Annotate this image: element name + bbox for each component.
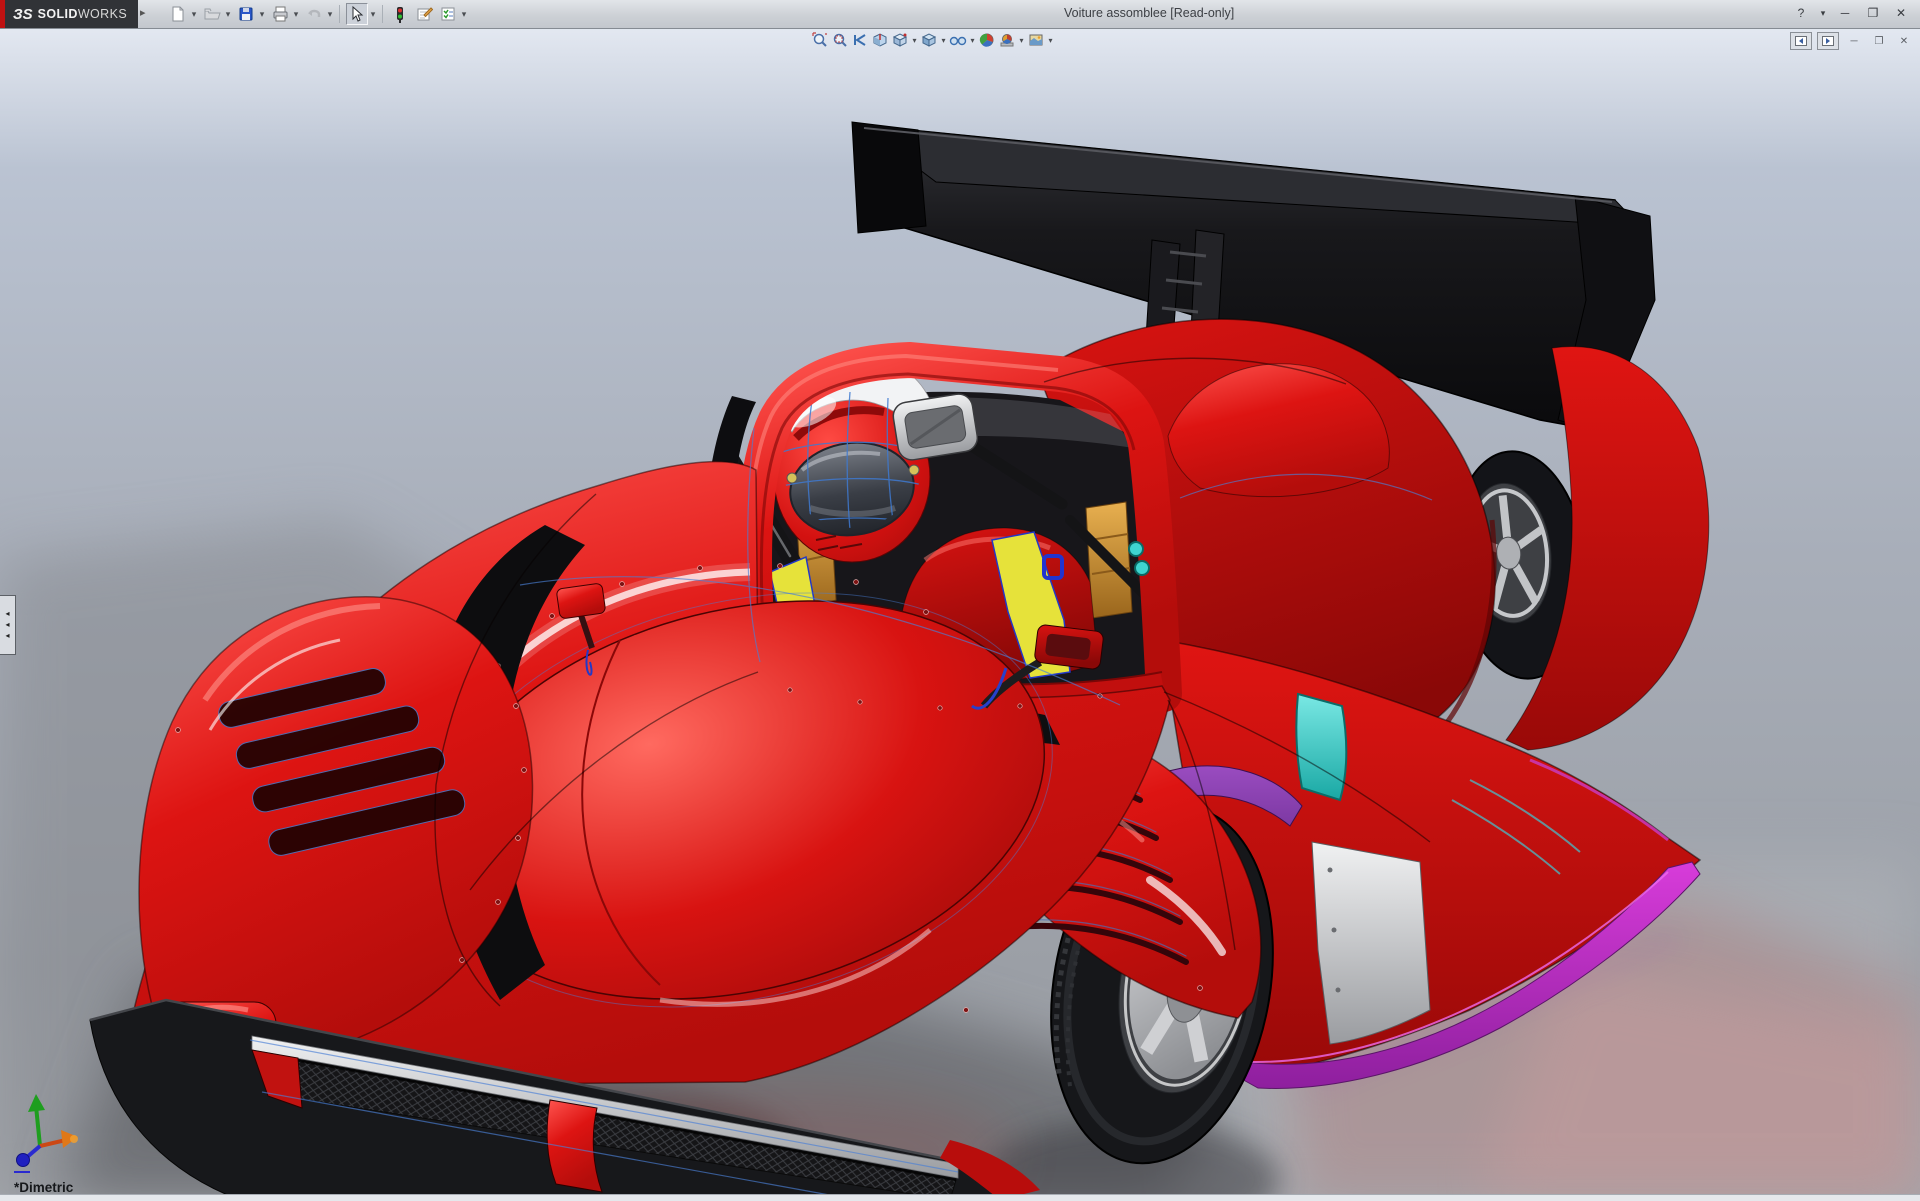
intake-box[interactable]: [891, 392, 979, 462]
standard-toolbar[interactable]: ▾ ▾ ▾ ▾ ▾ ▾ ▾: [165, 2, 469, 26]
chevron-down-icon[interactable]: ▾: [368, 9, 378, 20]
collapse-arrow-icon: ◂: [5, 631, 10, 640]
edit-note-button[interactable]: [413, 3, 435, 25]
undo-button[interactable]: [303, 3, 325, 25]
zoom-to-fit-icon[interactable]: [810, 31, 830, 49]
help-button[interactable]: ?: [1790, 4, 1812, 22]
chevron-down-icon[interactable]: ▾: [325, 9, 335, 20]
apply-scene-icon[interactable]: [997, 31, 1017, 49]
display-style-icon[interactable]: [919, 31, 939, 49]
collapse-arrow-icon: ◂: [5, 609, 10, 618]
hide-show-items-icon[interactable]: [948, 31, 968, 49]
titlebar[interactable]: ЗS SOLID WORKS ▸ ▾ ▾ ▾ ▾ ▾ ▾ ▾ Voiture a…: [0, 0, 1920, 29]
edit-appearance-icon[interactable]: [977, 31, 997, 49]
side-window-teal[interactable]: [1295, 692, 1348, 802]
toolbar-separator: [382, 5, 383, 23]
open-document-button[interactable]: [201, 3, 223, 25]
doc-close-button[interactable]: ✕: [1894, 33, 1914, 49]
new-document-button[interactable]: [167, 3, 189, 25]
collapse-arrow-icon: ◂: [5, 620, 10, 629]
window-controls[interactable]: ? ▾ ─ ❐ ✕: [1790, 3, 1912, 23]
chevron-down-icon[interactable]: ▾: [257, 9, 267, 20]
view-orientation-label: *Dimetric: [14, 1180, 74, 1195]
minimize-button[interactable]: ─: [1834, 4, 1856, 22]
chevron-down-icon[interactable]: ▾: [968, 36, 977, 45]
filler-cap-teal-2[interactable]: [1134, 560, 1150, 576]
window-title: Voiture assomblee [Read-only]: [1064, 6, 1235, 20]
select-tool-button[interactable]: [346, 3, 368, 25]
app-name: SOLID: [37, 7, 78, 21]
chevron-down-icon[interactable]: ▾: [910, 36, 919, 45]
toolbar-expand-arrow-icon[interactable]: ▸: [140, 6, 146, 19]
toolbar-separator: [339, 5, 340, 23]
chevron-down-icon[interactable]: ▾: [1017, 36, 1026, 45]
zoom-to-area-icon[interactable]: [830, 31, 850, 49]
graphics-viewport[interactable]: ▾ ▾ ▾ ▾ ▾ ─ ❐ ✕ ◂ ◂ ◂ *Dimetric: [0, 28, 1920, 1201]
view-orientation-icon[interactable]: [890, 31, 910, 49]
chevron-down-icon[interactable]: ▾: [1046, 36, 1055, 45]
chevron-down-icon[interactable]: ▾: [223, 9, 233, 20]
restore-button[interactable]: ❐: [1862, 4, 1884, 22]
headsup-view-toolbar[interactable]: ▾ ▾ ▾ ▾ ▾: [810, 30, 1055, 50]
chevron-down-icon[interactable]: ▾: [939, 36, 948, 45]
section-view-icon[interactable]: [870, 31, 890, 49]
view-settings-icon[interactable]: [1026, 31, 1046, 49]
solidworks-logo: ЗS SOLID WORKS: [5, 0, 138, 28]
chevron-down-icon[interactable]: ▾: [459, 9, 469, 20]
doc-minimize-button[interactable]: ─: [1844, 33, 1864, 49]
document-window-controls[interactable]: ─ ❐ ✕: [1790, 32, 1914, 50]
filler-cap-teal[interactable]: [1128, 541, 1144, 557]
print-button[interactable]: [269, 3, 291, 25]
pane-expand-right-icon[interactable]: [1817, 32, 1839, 50]
view-stoplight-button[interactable]: [389, 3, 411, 25]
logo-3ds-glyph: ЗS: [13, 5, 33, 23]
model-scene[interactable]: [0, 28, 1920, 1200]
chevron-down-icon[interactable]: ▾: [291, 9, 301, 20]
pane-collapse-left-icon[interactable]: [1790, 32, 1812, 50]
featuremanager-collapsed-tab[interactable]: ◂ ◂ ◂: [0, 595, 16, 655]
doc-restore-button[interactable]: ❐: [1869, 33, 1889, 49]
chevron-down-icon[interactable]: ▾: [189, 9, 199, 20]
chevron-down-icon[interactable]: ▾: [1818, 4, 1828, 22]
design-checklist-button[interactable]: [437, 3, 459, 25]
close-button[interactable]: ✕: [1890, 4, 1912, 22]
previous-view-icon[interactable]: [850, 31, 870, 49]
save-button[interactable]: [235, 3, 257, 25]
